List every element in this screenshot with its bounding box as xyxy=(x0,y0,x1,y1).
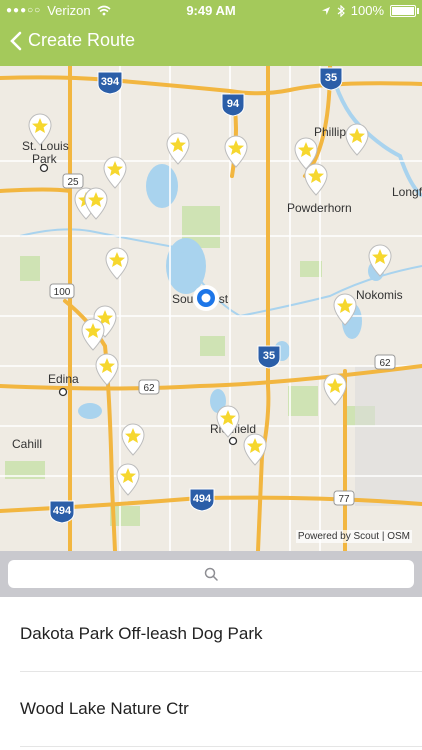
svg-text:35: 35 xyxy=(263,350,275,362)
battery-icon xyxy=(390,4,419,17)
interstate-shield-94: 94 xyxy=(221,93,245,117)
star-pin[interactable] xyxy=(95,353,119,386)
star-pin[interactable] xyxy=(304,163,328,196)
label-st-louis-park-line2: Park xyxy=(32,152,58,166)
search-icon xyxy=(204,567,218,581)
svg-text:94: 94 xyxy=(227,98,240,110)
label-cahill: Cahill xyxy=(12,437,42,451)
interstate-shield-494-left: 494 xyxy=(49,500,75,524)
lake xyxy=(78,403,102,419)
list-item[interactable]: Dakota Park Off-leash Dog Park xyxy=(20,597,422,672)
svg-text:25: 25 xyxy=(67,177,79,188)
bluetooth-icon xyxy=(337,4,345,17)
svg-text:494: 494 xyxy=(193,493,212,505)
lake xyxy=(146,164,178,208)
map-canvas[interactable]: 394 94 35 35 494 494 25 100 62 62 77 St.… xyxy=(0,66,422,551)
list-item[interactable]: Wood Lake Nature Ctr xyxy=(20,672,422,747)
chevron-left-icon xyxy=(10,31,22,50)
star-pin[interactable] xyxy=(81,318,105,351)
interstate-shield-35-top: 35 xyxy=(319,67,343,91)
city-dot-edina xyxy=(58,387,68,397)
label-powderhorn: Powderhorn xyxy=(287,201,352,215)
svg-text:494: 494 xyxy=(53,505,72,517)
svg-text:62: 62 xyxy=(143,383,155,394)
results-list: Dakota Park Off-leash Dog Park Wood Lake… xyxy=(0,597,422,750)
map-view[interactable]: 394 94 35 35 494 494 25 100 62 62 77 St.… xyxy=(0,66,422,551)
interstate-shield-35-mid: 35 xyxy=(257,345,281,369)
star-pin[interactable] xyxy=(323,373,347,406)
interstate-shield-494-mid: 494 xyxy=(189,488,215,512)
svg-text:62: 62 xyxy=(379,358,391,369)
interstate-shield-394: 394 xyxy=(97,71,123,95)
star-pin[interactable] xyxy=(224,135,248,168)
label-edina: Edina xyxy=(48,372,79,386)
star-pin[interactable] xyxy=(121,423,145,456)
status-bar: ●●●○○ Verizon 9:49 AM 100% xyxy=(0,0,422,22)
park-area xyxy=(300,261,322,277)
search-bar-container xyxy=(0,551,422,597)
route-marker-62-mid: 62 xyxy=(138,379,160,395)
airport-area xyxy=(355,366,422,506)
label-longfellow: Longfe xyxy=(392,185,422,199)
battery-percent: 100% xyxy=(350,3,384,18)
svg-text:35: 35 xyxy=(325,72,337,84)
svg-text:394: 394 xyxy=(101,76,120,88)
star-pin[interactable] xyxy=(345,123,369,156)
current-location-dot xyxy=(193,285,219,311)
location-arrow-icon xyxy=(321,6,330,15)
list-item-label: Dakota Park Off-leash Dog Park xyxy=(20,624,263,643)
svg-text:100: 100 xyxy=(54,287,71,298)
label-st-louis-park-line1: St. Louis xyxy=(22,139,69,153)
back-label: Create Route xyxy=(28,30,136,50)
star-pin[interactable] xyxy=(103,156,127,189)
route-marker-62-right: 62 xyxy=(374,354,396,370)
route-marker-25: 25 xyxy=(62,173,84,189)
park-area xyxy=(20,256,40,281)
park-area xyxy=(200,336,225,356)
back-button[interactable]: Create Route xyxy=(10,30,135,51)
search-field[interactable] xyxy=(8,560,414,588)
city-dot-richfield xyxy=(228,436,238,446)
route-marker-100: 100 xyxy=(49,283,75,299)
route-marker-77: 77 xyxy=(333,490,355,506)
park-area xyxy=(288,386,318,416)
status-right: 100% xyxy=(321,3,419,18)
navigation-bar: Create Route xyxy=(0,22,422,66)
map-attribution[interactable]: Powered by Scout | OSM xyxy=(295,530,412,543)
svg-text:77: 77 xyxy=(338,494,350,505)
label-nokomis: Nokomis xyxy=(356,288,403,302)
star-pin[interactable] xyxy=(105,247,129,280)
list-item-label: Wood Lake Nature Ctr xyxy=(20,699,189,718)
